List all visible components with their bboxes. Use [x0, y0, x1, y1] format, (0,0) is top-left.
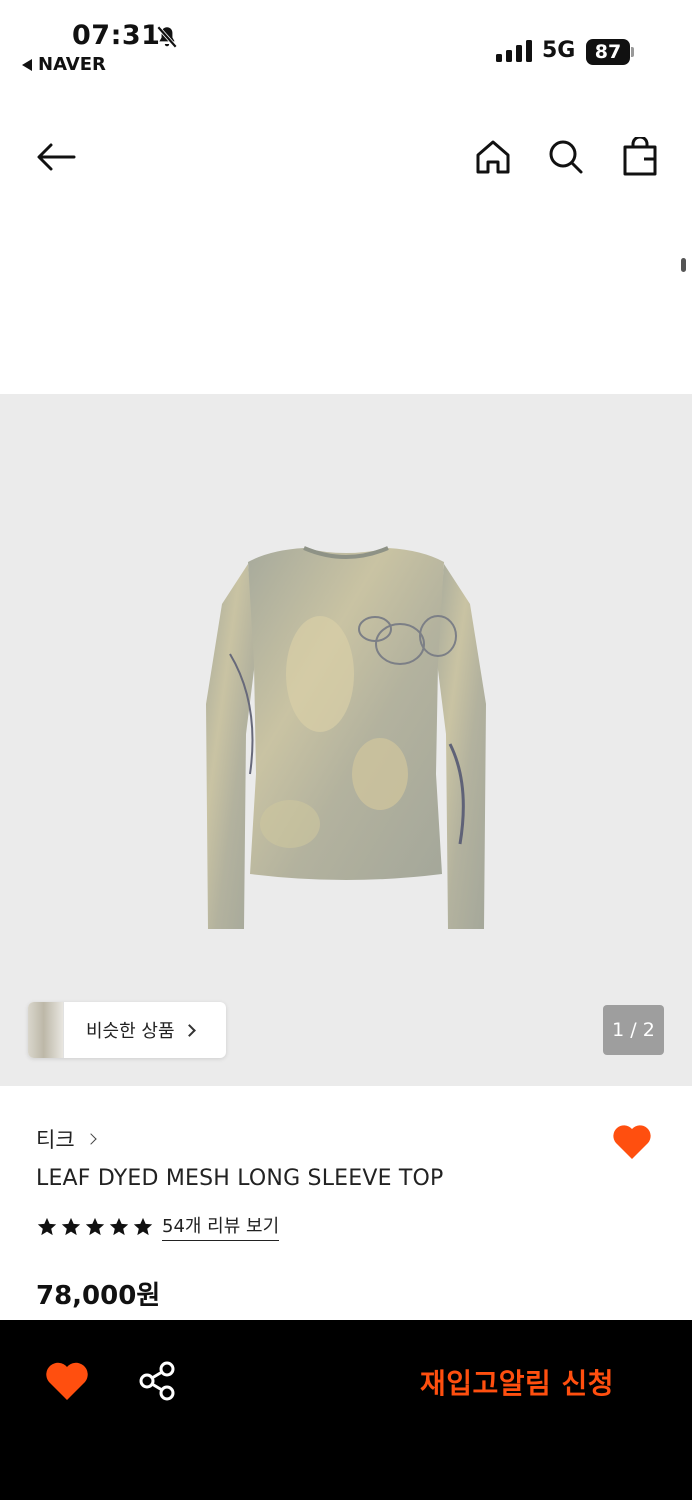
battery-level: 87 — [594, 41, 622, 63]
back-app-label: NAVER — [38, 54, 106, 75]
scroll-indicator — [681, 258, 686, 272]
search-icon — [549, 140, 583, 174]
wishlist-heart-icon[interactable] — [610, 1120, 654, 1164]
battery-tip — [631, 47, 634, 57]
star-icon — [133, 1217, 153, 1235]
signal-icon — [496, 40, 532, 62]
review-link[interactable]: 54개 리뷰 보기 — [162, 1212, 280, 1241]
brand-link[interactable]: 티크 — [36, 1124, 97, 1154]
shopping-bag-icon — [623, 137, 657, 176]
star-icon — [109, 1217, 129, 1235]
network-type: 5G — [542, 38, 576, 63]
product-name: LEAF DYED MESH LONG SLEEVE TOP — [36, 1166, 444, 1191]
home-button[interactable] — [470, 134, 516, 180]
cart-button[interactable] — [617, 134, 663, 180]
product-rating: 54개 리뷰 보기 — [36, 1212, 280, 1241]
star-icon — [37, 1217, 57, 1235]
chevron-right-icon — [84, 1133, 97, 1145]
chevron-right-icon — [182, 1023, 196, 1037]
star-icon — [61, 1217, 81, 1235]
back-button[interactable] — [33, 134, 79, 180]
home-icon — [476, 140, 510, 174]
product-image-gallery[interactable]: 비슷한 상품 1 / 2 — [0, 394, 692, 1086]
back-triangle-icon — [22, 58, 32, 71]
brand-name: 티크 — [36, 1128, 75, 1152]
status-bar: 07:31 NAVER 5G 87 — [0, 0, 692, 90]
star-icon — [85, 1217, 105, 1235]
status-time: 07:31 — [72, 20, 161, 51]
image-page-counter: 1 / 2 — [603, 1005, 664, 1055]
back-to-app-link[interactable]: NAVER — [22, 54, 106, 75]
rating-stars — [36, 1216, 154, 1238]
battery-icon: 87 — [586, 39, 630, 65]
restock-alert-button[interactable]: 재입고알림 신청 — [420, 1362, 614, 1402]
share-icon[interactable] — [136, 1360, 178, 1402]
arrow-left-icon — [37, 143, 76, 171]
like-heart-icon[interactable] — [44, 1360, 90, 1402]
similar-products-button[interactable]: 비슷한 상품 — [28, 1002, 226, 1058]
similar-products-label-wrap: 비슷한 상품 — [86, 1017, 196, 1043]
similar-products-label: 비슷한 상품 — [86, 1021, 175, 1042]
search-button[interactable] — [543, 134, 589, 180]
top-nav-bar — [0, 110, 692, 205]
product-price: 78,000원 — [36, 1281, 161, 1311]
bell-muted-icon — [156, 25, 178, 49]
bottom-action-bar: 재입고알림 신청 — [0, 1320, 692, 1500]
similar-product-thumbnail — [28, 1002, 64, 1058]
product-image — [206, 546, 486, 929]
